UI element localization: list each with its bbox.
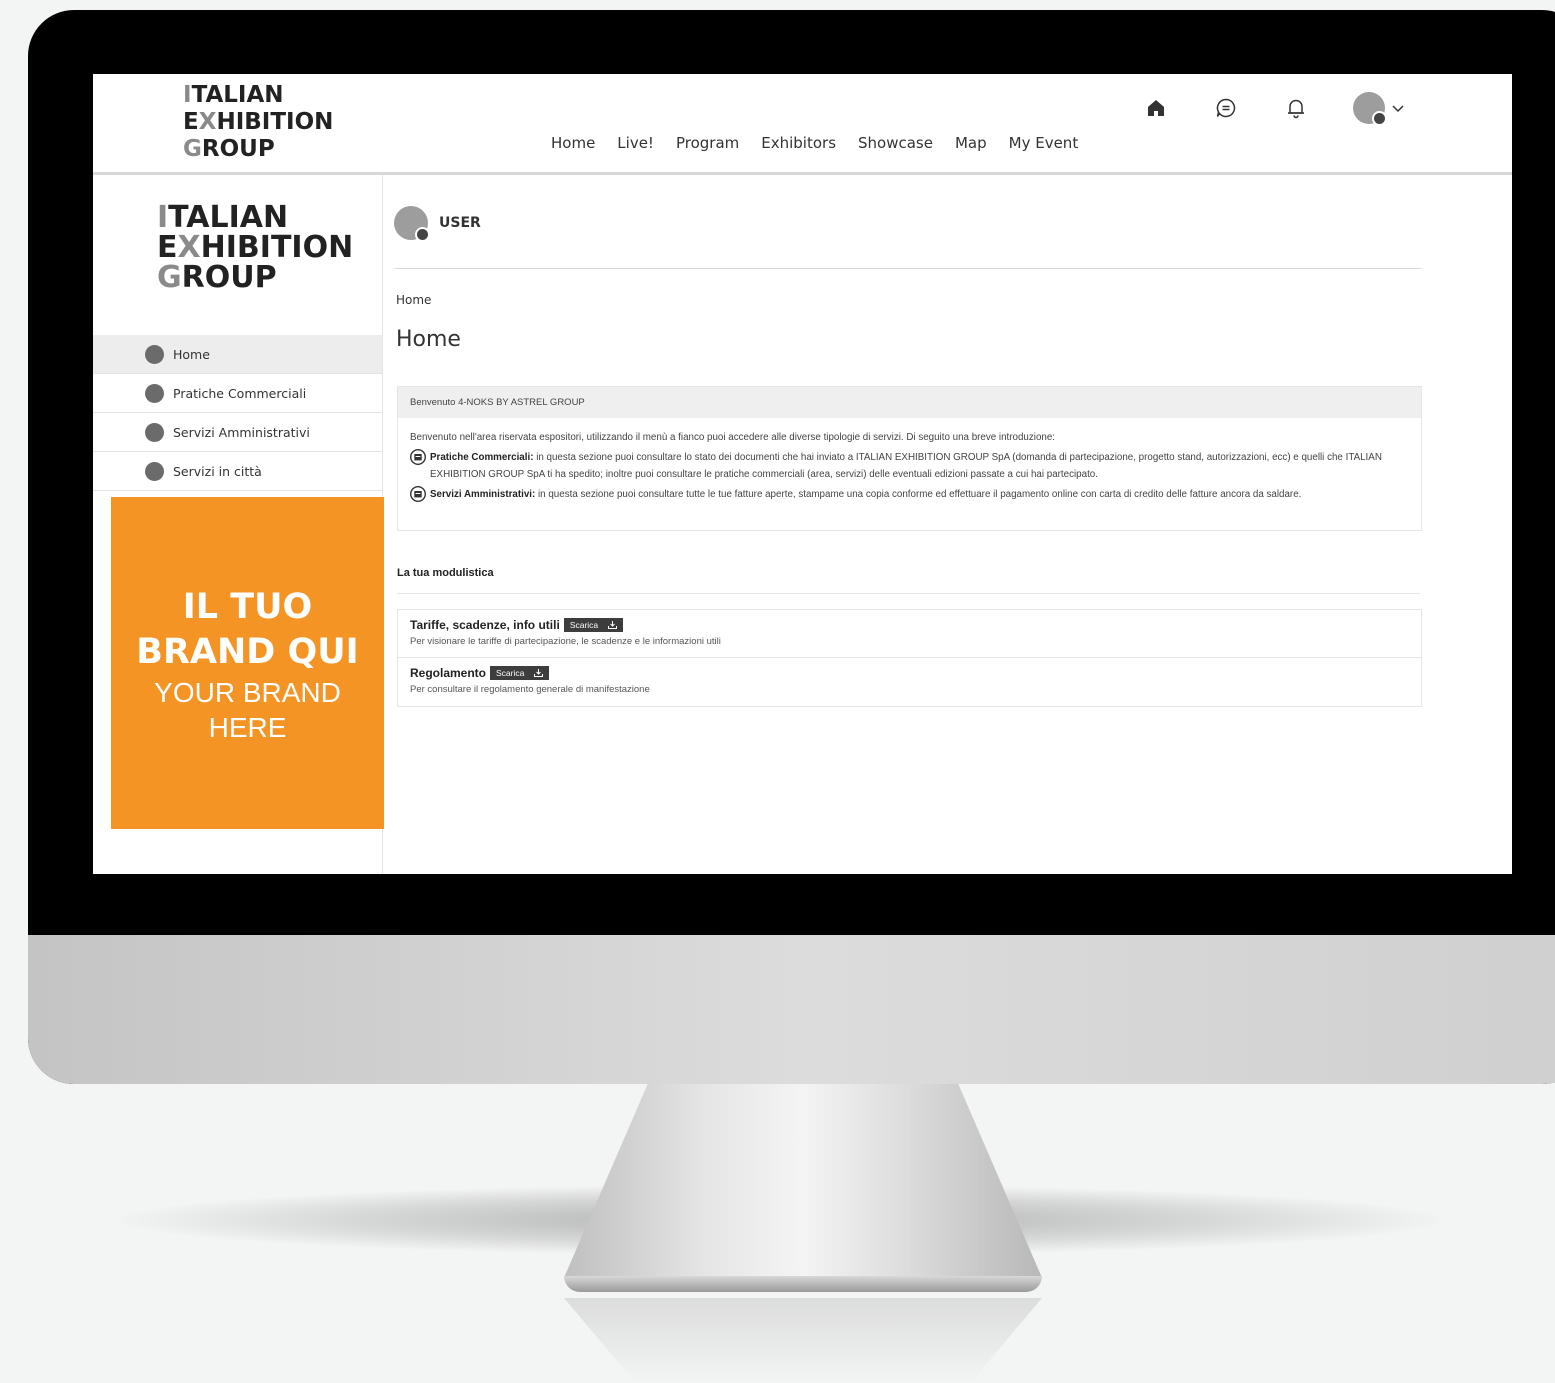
avatar[interactable]: [1353, 92, 1387, 126]
sidebar-item-label: Servizi in città: [173, 463, 262, 479]
download-icon: [608, 621, 618, 629]
divider: [397, 593, 1420, 594]
sidebar-item-label: Home: [173, 346, 210, 362]
sidebar-item-label: Pratiche Commerciali: [173, 385, 307, 401]
doc-description: Per consultare il regolamento generale d…: [410, 684, 650, 695]
nav-showcase[interactable]: Showcase: [858, 134, 933, 152]
status-dot: [1372, 111, 1387, 126]
welcome-intro: Benvenuto nell'area riservata espositori…: [410, 432, 1056, 443]
user-avatar[interactable]: [394, 206, 430, 242]
sidebar-item-home[interactable]: Home: [93, 335, 382, 374]
stand-reflection: [564, 1298, 1042, 1383]
download-icon: [534, 669, 544, 677]
sidebar-item-pratiche-commerciali[interactable]: Pratiche Commerciali: [93, 374, 382, 413]
menu-bullet-icon: [145, 461, 164, 481]
divider: [395, 268, 1421, 269]
sidebar-logo[interactable]: ITALIAN EXHIBITION GROUP: [157, 203, 353, 293]
sidebar-item-label: Servizi Amministrativi: [173, 424, 310, 440]
download-button[interactable]: Scarica: [563, 618, 624, 632]
menu-bullet-icon: [145, 344, 164, 364]
section-title: La tua modulistica: [397, 567, 494, 579]
status-dot: [415, 227, 430, 242]
archive-icon: [410, 486, 426, 502]
monitor-stand-base: [564, 1276, 1042, 1292]
list-item: Tariffe, scadenze, info utili Scarica Pe…: [398, 610, 1421, 658]
archive-icon: [410, 449, 426, 465]
monitor-stand: [564, 1083, 1042, 1278]
bell-icon[interactable]: [1283, 95, 1309, 121]
brand-subtitle: YOUR BRAND HERE: [154, 677, 341, 743]
welcome-body: Benvenuto nell'area riservata espositori…: [398, 418, 1421, 503]
home-icon[interactable]: [1143, 95, 1169, 121]
monitor-chin: [28, 935, 1555, 1084]
sidebar-menu: Home Pratiche Commerciali Servizi Ammini…: [93, 335, 382, 491]
header-logo[interactable]: ITALIAN EXHIBITION GROUP: [183, 82, 333, 163]
welcome-item-pratiche: Pratiche Commerciali: in questa sezione …: [410, 449, 1409, 483]
sidebar-item-servizi-in-citta[interactable]: Servizi in città: [93, 452, 382, 491]
user-name: USER: [439, 215, 481, 231]
nav-live[interactable]: Live!: [617, 134, 654, 152]
nav-program[interactable]: Program: [676, 134, 739, 152]
brand-placeholder: IL TUO BRAND QUI YOUR BRAND HERE: [111, 497, 384, 829]
screen: ITALIAN EXHIBITION GROUP Home Live! Prog…: [93, 74, 1512, 874]
welcome-item-servizi: Servizi Amministrativi: in questa sezion…: [410, 486, 1409, 503]
sidebar-item-servizi-amministrativi[interactable]: Servizi Amministrativi: [93, 413, 382, 452]
nav-map[interactable]: Map: [955, 134, 987, 152]
documents-list: Tariffe, scadenze, info utili Scarica Pe…: [397, 609, 1422, 707]
monitor: ITALIAN EXHIBITION GROUP Home Live! Prog…: [28, 10, 1555, 1084]
brand-title: IL TUO BRAND QUI: [136, 587, 359, 672]
main-content: USER Home Home Benvenuto 4-NOKS BY ASTRE…: [382, 175, 1512, 874]
page-title: Home: [396, 327, 461, 352]
welcome-header: Benvenuto 4-NOKS BY ASTREL GROUP: [398, 387, 1421, 418]
download-button[interactable]: Scarica: [490, 666, 550, 680]
doc-description: Per visionare le tariffe di partecipazio…: [410, 636, 721, 647]
list-item: Regolamento Scarica Per consultare il re…: [398, 658, 1421, 706]
top-header: ITALIAN EXHIBITION GROUP Home Live! Prog…: [93, 74, 1512, 175]
sidebar: ITALIAN EXHIBITION GROUP Home Pratiche C…: [93, 175, 384, 874]
welcome-panel: Benvenuto 4-NOKS BY ASTREL GROUP Benvenu…: [397, 386, 1422, 531]
nav-exhibitors[interactable]: Exhibitors: [761, 134, 836, 152]
header-icons: [1143, 92, 1405, 126]
user-bar: USER: [394, 206, 481, 242]
chat-icon[interactable]: [1213, 95, 1239, 121]
nav-my-event[interactable]: My Event: [1009, 134, 1079, 152]
chevron-down-icon[interactable]: [1391, 103, 1405, 113]
nav-home[interactable]: Home: [551, 134, 595, 152]
doc-title: Tariffe, scadenze, info utili: [410, 618, 560, 632]
top-nav: Home Live! Program Exhibitors Showcase M…: [551, 134, 1078, 152]
doc-title: Regolamento: [410, 666, 487, 680]
breadcrumb[interactable]: Home: [396, 293, 431, 307]
menu-bullet-icon: [145, 383, 164, 403]
menu-bullet-icon: [145, 422, 164, 442]
